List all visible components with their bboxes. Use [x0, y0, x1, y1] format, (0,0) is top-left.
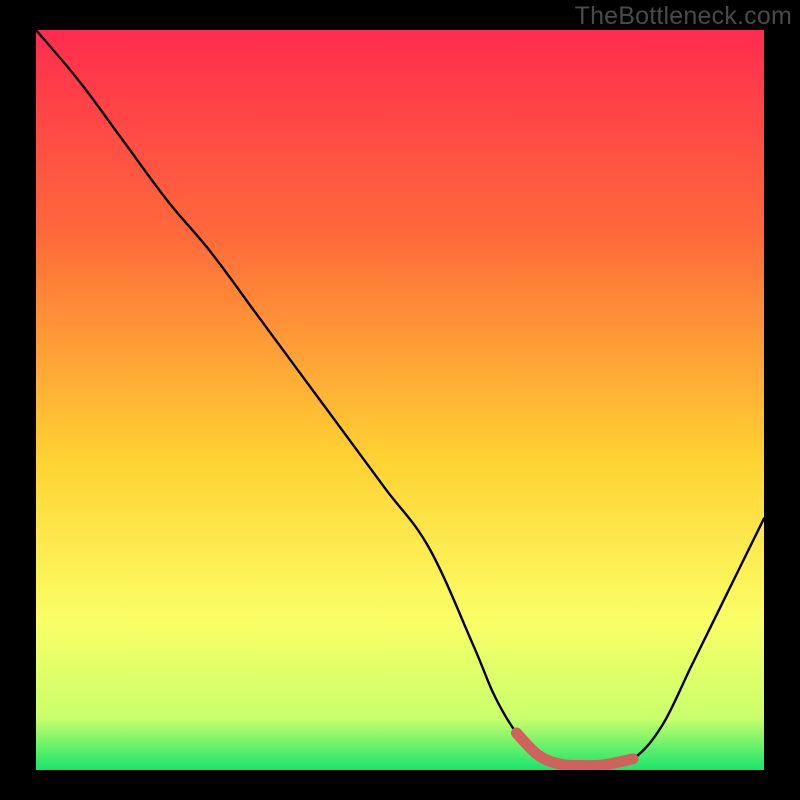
- chart-area: [36, 30, 764, 770]
- chart-background: [36, 30, 764, 770]
- page-frame: TheBottleneck.com: [0, 0, 800, 800]
- watermark-text: TheBottleneck.com: [575, 2, 792, 31]
- chart-svg: [36, 30, 764, 770]
